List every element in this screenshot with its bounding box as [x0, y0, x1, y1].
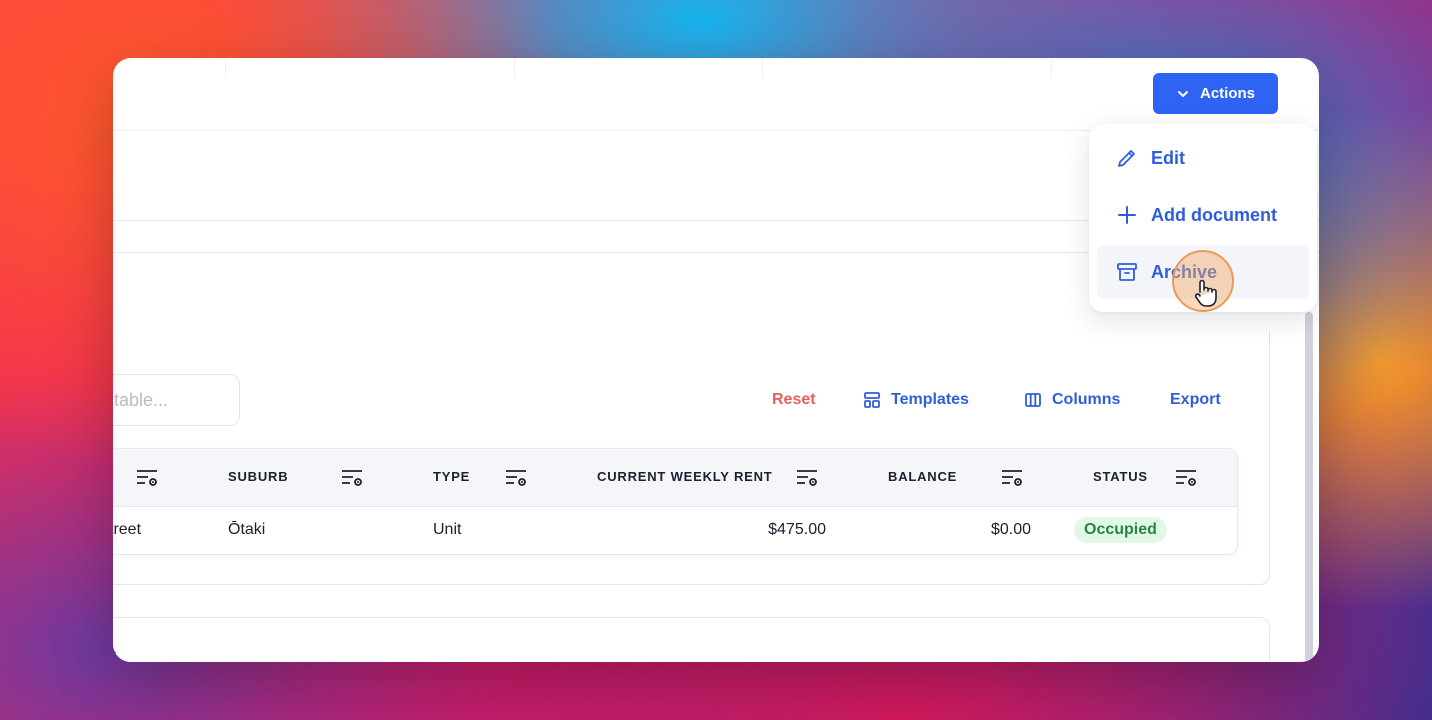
cell-address: treet — [113, 521, 142, 538]
menu-item-label: Add document — [1151, 204, 1277, 225]
column-header-status[interactable]: STATUS — [1093, 469, 1148, 484]
top-bar — [113, 58, 1319, 131]
columns-icon — [1025, 393, 1041, 407]
export-button[interactable]: Export — [1170, 388, 1221, 412]
plus-icon — [1118, 206, 1136, 224]
app-window: Actions table... Reset Templates Columns… — [113, 58, 1319, 662]
column-header-suburb[interactable]: SUBURB — [228, 469, 288, 484]
properties-table: SUBURB TYPE CURRENT WEEKLY RENT BALANCE … — [113, 448, 1238, 555]
menu-item-add-document[interactable]: Add document — [1097, 188, 1309, 242]
cell-suburb: Ōtaki — [228, 521, 266, 538]
column-header-current-weekly-rent[interactable]: CURRENT WEEKLY RENT — [597, 469, 773, 484]
column-header-type[interactable]: TYPE — [433, 469, 470, 484]
section-card — [113, 617, 1270, 662]
search-placeholder: table... — [114, 389, 169, 410]
status-badge: Occupied — [1074, 517, 1167, 543]
cell-balance: $0.00 — [990, 521, 1031, 538]
tab-divider — [225, 58, 226, 78]
reset-button[interactable]: Reset — [772, 388, 816, 412]
column-header-balance[interactable]: BALANCE — [888, 469, 957, 484]
chevron-down-icon — [1177, 90, 1188, 97]
templates-icon — [864, 392, 880, 408]
actions-button[interactable]: Actions — [1153, 73, 1278, 114]
cell-current-weekly-rent: $475.00 — [768, 521, 826, 538]
tab-divider — [1051, 58, 1052, 78]
archive-box-icon — [1117, 263, 1137, 281]
column-filter-icon[interactable] — [1175, 467, 1199, 489]
menu-item-label: Edit — [1151, 147, 1185, 168]
templates-label: Templates — [891, 391, 969, 408]
export-label: Export — [1170, 391, 1221, 408]
actions-button-label: Actions — [1199, 85, 1255, 102]
scrollbar[interactable] — [1305, 312, 1313, 662]
menu-item-edit[interactable]: Edit — [1097, 131, 1309, 185]
tab-divider — [514, 58, 515, 78]
pencil-icon — [1118, 150, 1135, 167]
hand-cursor-icon — [1194, 279, 1217, 307]
columns-button[interactable]: Columns — [1024, 388, 1120, 412]
table-header: SUBURB TYPE CURRENT WEEKLY RENT BALANCE … — [113, 449, 1237, 507]
column-filter-icon[interactable] — [1001, 467, 1025, 489]
columns-label: Columns — [1052, 391, 1121, 408]
column-filter-icon[interactable] — [136, 467, 160, 489]
cell-type: Unit — [433, 521, 462, 538]
section-heading-partial: s — [113, 642, 117, 662]
column-filter-icon[interactable] — [341, 467, 365, 489]
column-filter-icon[interactable] — [796, 467, 820, 489]
column-filter-icon[interactable] — [505, 467, 529, 489]
templates-button[interactable]: Templates — [863, 388, 969, 412]
search-input[interactable]: table... — [113, 374, 240, 426]
tab-divider — [762, 58, 763, 78]
reset-label: Reset — [772, 391, 816, 408]
